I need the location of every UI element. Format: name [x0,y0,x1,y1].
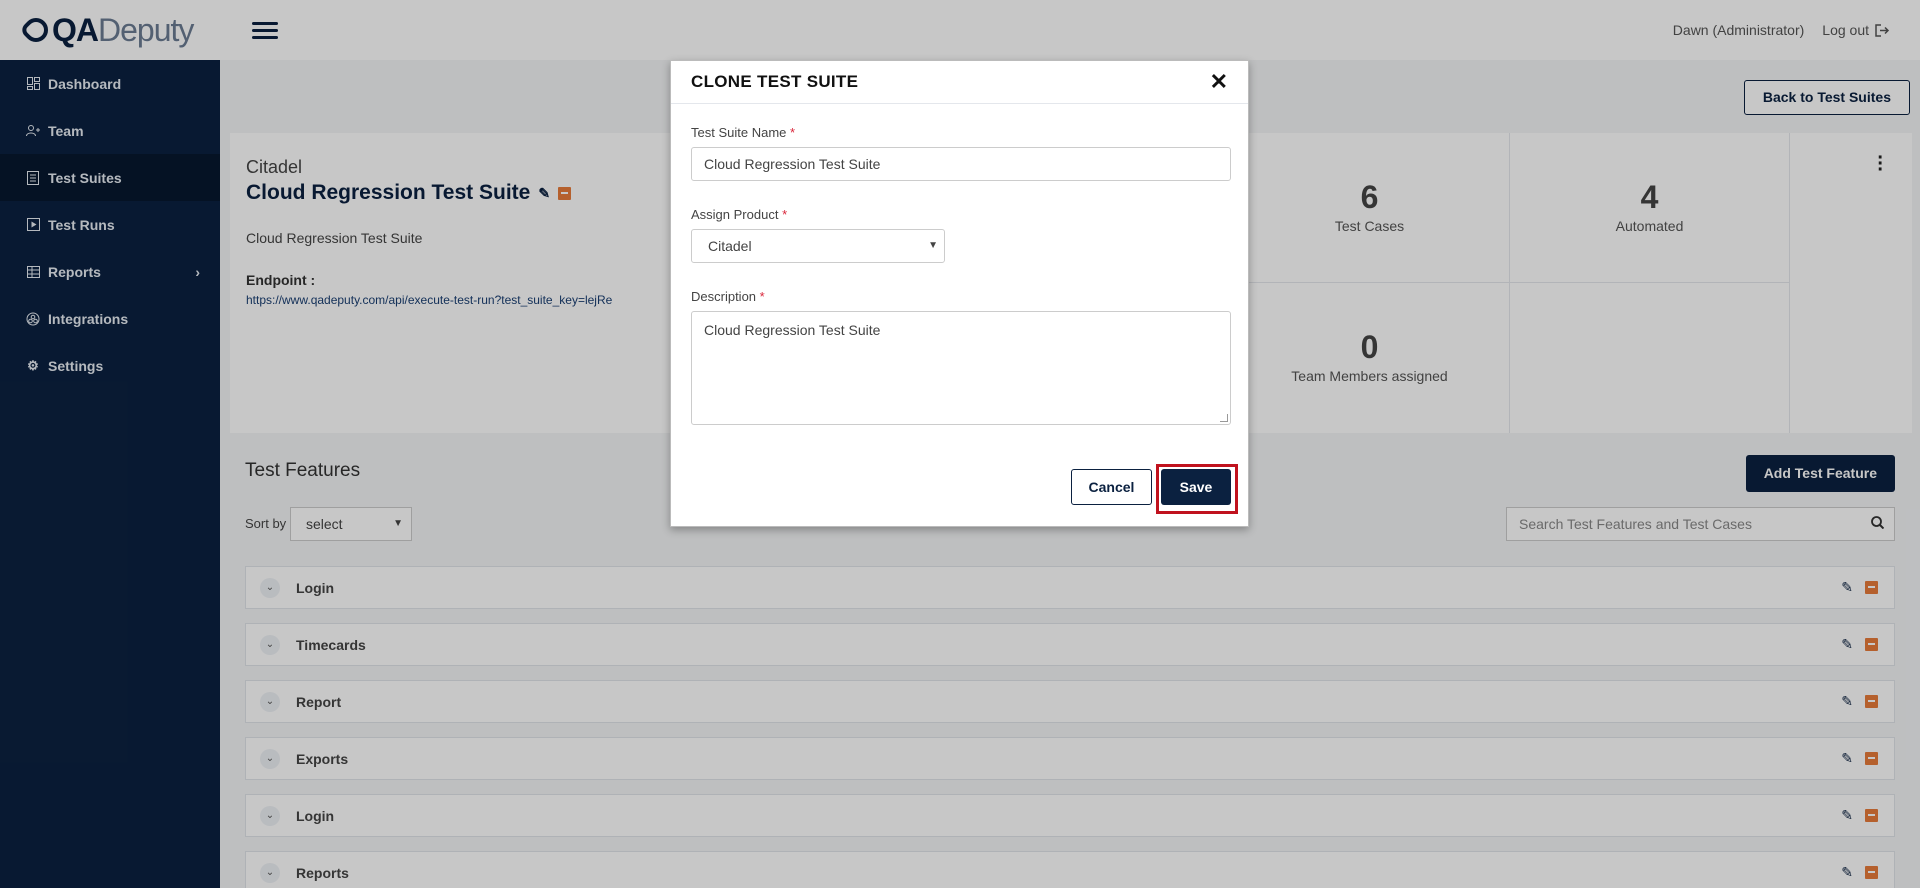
field-label-text: Assign Product [691,207,779,222]
test-suite-name-label: Test Suite Name * [691,125,795,140]
clone-test-suite-modal: CLONE TEST SUITE ✕ Test Suite Name * Clo… [670,60,1249,527]
assign-product-label: Assign Product * [691,207,787,222]
assign-product-select[interactable]: Citadel ▼ [691,229,945,263]
required-marker: * [759,289,765,304]
test-suite-name-field[interactable]: Cloud Regression Test Suite [691,147,1231,181]
modal-title: CLONE TEST SUITE [691,72,859,91]
product-select-value: Citadel [708,238,752,254]
required-marker: * [790,125,796,140]
save-button[interactable]: Save [1161,469,1231,505]
field-label-text: Test Suite Name [691,125,787,140]
resize-grip-icon[interactable] [1220,414,1228,422]
field-label-text: Description [691,289,757,304]
modal-header: CLONE TEST SUITE ✕ [671,61,1248,104]
description-label: Description * [691,289,765,304]
caret-down-icon: ▼ [928,240,938,251]
description-field[interactable]: Cloud Regression Test Suite [691,311,1231,425]
cancel-button[interactable]: Cancel [1071,469,1152,505]
description-text: Cloud Regression Test Suite [704,322,881,338]
required-marker: * [782,207,788,222]
close-icon[interactable]: ✕ [1210,69,1228,95]
